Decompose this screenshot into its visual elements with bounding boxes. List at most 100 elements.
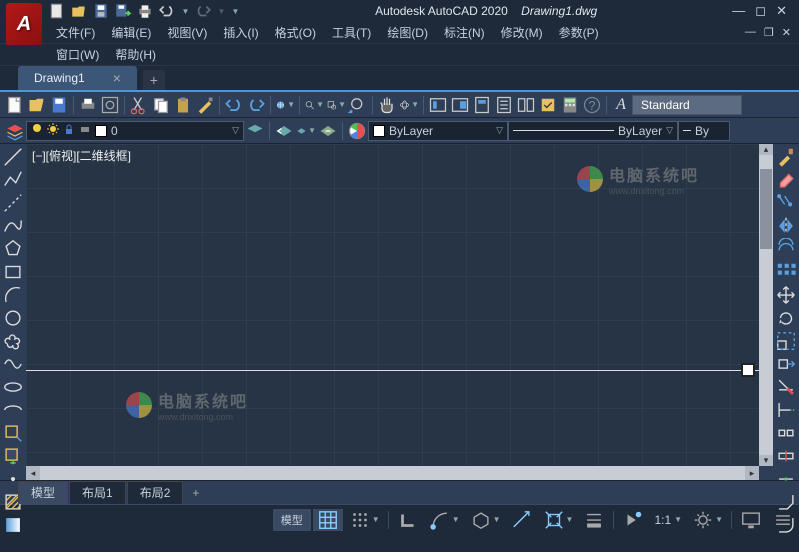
move-icon[interactable] <box>775 284 797 306</box>
annoscale-icon[interactable] <box>618 509 648 531</box>
mirror-icon[interactable] <box>775 215 797 237</box>
layout-add-icon[interactable]: + <box>184 482 207 504</box>
undo-btn-icon[interactable] <box>224 95 244 115</box>
workspace-switch-icon[interactable] <box>736 509 766 531</box>
markup-icon[interactable] <box>538 95 558 115</box>
save-file-icon[interactable] <box>49 95 69 115</box>
paintbrush-icon[interactable] <box>775 146 797 168</box>
new-doc-icon[interactable] <box>5 95 25 115</box>
new-tab-button[interactable]: + <box>143 70 165 90</box>
paste-icon[interactable] <box>173 95 193 115</box>
menu-插入[interactable]: 插入(I) <box>215 23 266 43</box>
polar-icon[interactable]: ▼ <box>425 509 464 531</box>
horizontal-scrollbar[interactable]: ◂ ▸ <box>26 466 773 480</box>
stretch-icon[interactable] <box>775 353 797 375</box>
quickcalc-icon[interactable] <box>560 95 580 115</box>
doc-minimize-icon[interactable]: — <box>745 26 756 39</box>
plot-icon[interactable] <box>78 95 98 115</box>
canvas[interactable]: [−][俯视][二维线框] 电脑系统吧 www.dnxitong.com <box>26 144 759 466</box>
ellipse-arc-icon[interactable] <box>2 399 24 421</box>
gear-icon[interactable]: ▼ <box>688 509 727 531</box>
color-bylayer-combo[interactable]: ByLayer ▽ <box>368 121 508 141</box>
line-icon[interactable] <box>2 146 24 168</box>
ellipse-icon[interactable] <box>2 376 24 398</box>
match-props-icon[interactable] <box>195 95 215 115</box>
tool-palettes-icon[interactable] <box>472 95 492 115</box>
grid-icon[interactable] <box>313 509 343 531</box>
sheet-set-icon[interactable] <box>428 95 448 115</box>
viewport-label[interactable]: [−][俯视][二维线框] <box>32 147 131 164</box>
array-icon[interactable] <box>775 261 797 283</box>
lwt-icon[interactable] <box>579 509 609 531</box>
tab-close-icon[interactable]: × <box>113 70 121 86</box>
orbit-icon[interactable]: ▼ <box>399 95 419 115</box>
help-icon[interactable]: ? <box>582 95 602 115</box>
menu-窗口[interactable]: 窗口(W) <box>48 45 107 65</box>
redo-icon[interactable] <box>194 2 212 20</box>
workspace-icon[interactable]: ▼ <box>275 95 295 115</box>
qat-dropdown-icon[interactable]: ▼ <box>230 2 240 20</box>
join-icon[interactable] <box>775 468 797 490</box>
rotate-icon[interactable] <box>775 307 797 329</box>
scroll-left-icon[interactable]: ◂ <box>26 466 40 480</box>
layers-panel-icon[interactable] <box>450 95 470 115</box>
erase-icon[interactable] <box>775 169 797 191</box>
revcloud-icon[interactable] <box>2 330 24 352</box>
model-paper-toggle[interactable]: 模型 <box>273 509 311 531</box>
layout-tab[interactable]: 布局2 <box>127 481 184 504</box>
menu-帮助[interactable]: 帮助(H) <box>107 45 164 65</box>
layout-tab[interactable]: 布局1 <box>69 481 126 504</box>
text-style-icon[interactable]: A <box>611 95 631 115</box>
layer-combo[interactable]: 0 ▽ <box>26 121 244 141</box>
extend-icon[interactable] <box>775 399 797 421</box>
arc-icon[interactable] <box>2 284 24 306</box>
menu-参数[interactable]: 参数(P) <box>551 23 607 43</box>
zoom-window-icon[interactable]: ▼ <box>326 95 346 115</box>
menu-修改[interactable]: 修改(M) <box>493 23 551 43</box>
layer-iso-icon[interactable] <box>245 121 265 141</box>
copy-obj-icon[interactable] <box>775 192 797 214</box>
close-icon[interactable]: ✕ <box>776 3 787 19</box>
zoom-icon[interactable]: ▼ <box>304 95 324 115</box>
break-icon[interactable] <box>775 422 797 444</box>
menu-工具[interactable]: 工具(T) <box>324 23 379 43</box>
menu-绘图[interactable]: 绘图(D) <box>379 23 436 43</box>
scroll-right-icon[interactable]: ▸ <box>745 466 759 480</box>
design-center-icon[interactable] <box>516 95 536 115</box>
redo-dropdown-icon[interactable]: ▼ <box>216 2 226 20</box>
layprev-icon[interactable] <box>274 121 294 141</box>
print-icon[interactable] <box>136 2 154 20</box>
minimize-icon[interactable]: — <box>732 3 745 19</box>
autocad-logo[interactable]: A <box>6 3 42 45</box>
polygon-icon[interactable] <box>2 238 24 260</box>
osnap-icon[interactable]: ▼ <box>539 509 578 531</box>
scroll-down-icon[interactable]: ▾ <box>759 455 773 466</box>
trim-icon[interactable] <box>775 376 797 398</box>
menu-视图[interactable]: 视图(V) <box>159 23 215 43</box>
laymch-icon[interactable] <box>318 121 338 141</box>
save-icon[interactable] <box>92 2 110 20</box>
layer-props-icon[interactable] <box>5 121 25 141</box>
scrollbar-thumb[interactable] <box>760 169 772 249</box>
make-block-icon[interactable] <box>2 445 24 467</box>
break2-icon[interactable] <box>775 445 797 467</box>
open-file-icon[interactable] <box>27 95 47 115</box>
circle-icon[interactable] <box>2 307 24 329</box>
doc-close-icon[interactable]: ✕ <box>782 26 791 39</box>
undo-dropdown-icon[interactable]: ▼ <box>180 2 190 20</box>
lineweight-combo[interactable]: By <box>678 121 730 141</box>
zoom-prev-icon[interactable] <box>348 95 368 115</box>
pan-icon[interactable] <box>377 95 397 115</box>
snap-icon[interactable]: ▼ <box>345 509 384 531</box>
rectangle-icon[interactable] <box>2 261 24 283</box>
color-control-icon[interactable] <box>347 121 367 141</box>
laymcur-icon[interactable]: ▼ <box>296 121 316 141</box>
document-tab[interactable]: Drawing1 × <box>18 66 137 90</box>
cut-icon[interactable] <box>129 95 149 115</box>
xline-icon[interactable] <box>2 192 24 214</box>
otrack-icon[interactable] <box>507 509 537 531</box>
menu-文件[interactable]: 文件(F) <box>48 23 103 43</box>
gradient-icon[interactable] <box>2 514 24 536</box>
linetype-combo[interactable]: ByLayer ▽ <box>508 121 678 141</box>
undo-icon[interactable] <box>158 2 176 20</box>
